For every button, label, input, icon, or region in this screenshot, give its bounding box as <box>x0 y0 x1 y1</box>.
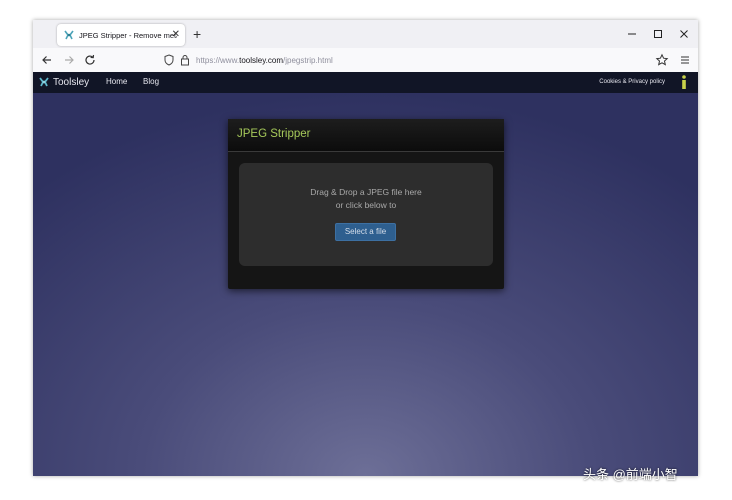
close-window-icon[interactable] <box>678 28 690 40</box>
lock-icon[interactable] <box>180 54 190 66</box>
site-header: Toolsley Home Blog Cookies & Privacy pol… <box>33 72 698 93</box>
address-bar[interactable]: https://www.toolsley.com/jpegstrip.html <box>163 51 643 69</box>
reload-icon[interactable] <box>83 53 97 67</box>
minimize-icon[interactable] <box>626 28 638 40</box>
tab-strip: JPEG Stripper - Remove metadata ✕ + <box>33 20 698 48</box>
info-icon[interactable] <box>680 75 688 90</box>
url-text[interactable]: https://www.toolsley.com/jpegstrip.html <box>196 56 333 65</box>
select-file-button[interactable]: Select a file <box>335 223 396 241</box>
shield-icon[interactable] <box>163 54 175 66</box>
page-content: Toolsley Home Blog Cookies & Privacy pol… <box>33 72 698 476</box>
brand-logo[interactable]: Toolsley <box>38 76 89 88</box>
toolsley-favicon-icon <box>64 30 74 40</box>
nav-blog-link[interactable]: Blog <box>143 77 159 86</box>
panel-title: JPEG Stripper <box>237 128 311 140</box>
nav-home-link[interactable]: Home <box>106 77 127 86</box>
menu-icon[interactable] <box>678 53 692 67</box>
cookies-privacy-link[interactable]: Cookies & Privacy policy <box>599 79 665 85</box>
browser-window: JPEG Stripper - Remove metadata ✕ + http… <box>33 20 698 476</box>
maximize-icon[interactable] <box>652 28 664 40</box>
file-drop-zone[interactable]: Drag & Drop a JPEG file here or click be… <box>239 163 493 266</box>
toolsley-logo-icon <box>39 77 49 87</box>
navigation-bar: https://www.toolsley.com/jpegstrip.html <box>33 48 698 73</box>
jpeg-stripper-panel: JPEG Stripper Drag & Drop a JPEG file he… <box>228 119 504 289</box>
tab-close-icon[interactable]: ✕ <box>172 28 180 42</box>
tab-title: JPEG Stripper - Remove metadata <box>79 30 177 40</box>
panel-header: JPEG Stripper <box>228 119 504 152</box>
watermark: 头条 @前端小智 <box>583 467 678 482</box>
drop-instruction: Drag & Drop a JPEG file here <box>310 187 422 197</box>
bookmark-star-icon[interactable] <box>655 53 669 67</box>
back-arrow-icon[interactable] <box>40 53 54 67</box>
forward-arrow-icon[interactable] <box>62 53 76 67</box>
brand-name: Toolsley <box>53 76 90 88</box>
new-tab-button[interactable]: + <box>193 26 201 42</box>
browser-tab[interactable]: JPEG Stripper - Remove metadata ✕ <box>57 24 185 46</box>
drop-instruction-secondary: or click below to <box>335 200 397 210</box>
